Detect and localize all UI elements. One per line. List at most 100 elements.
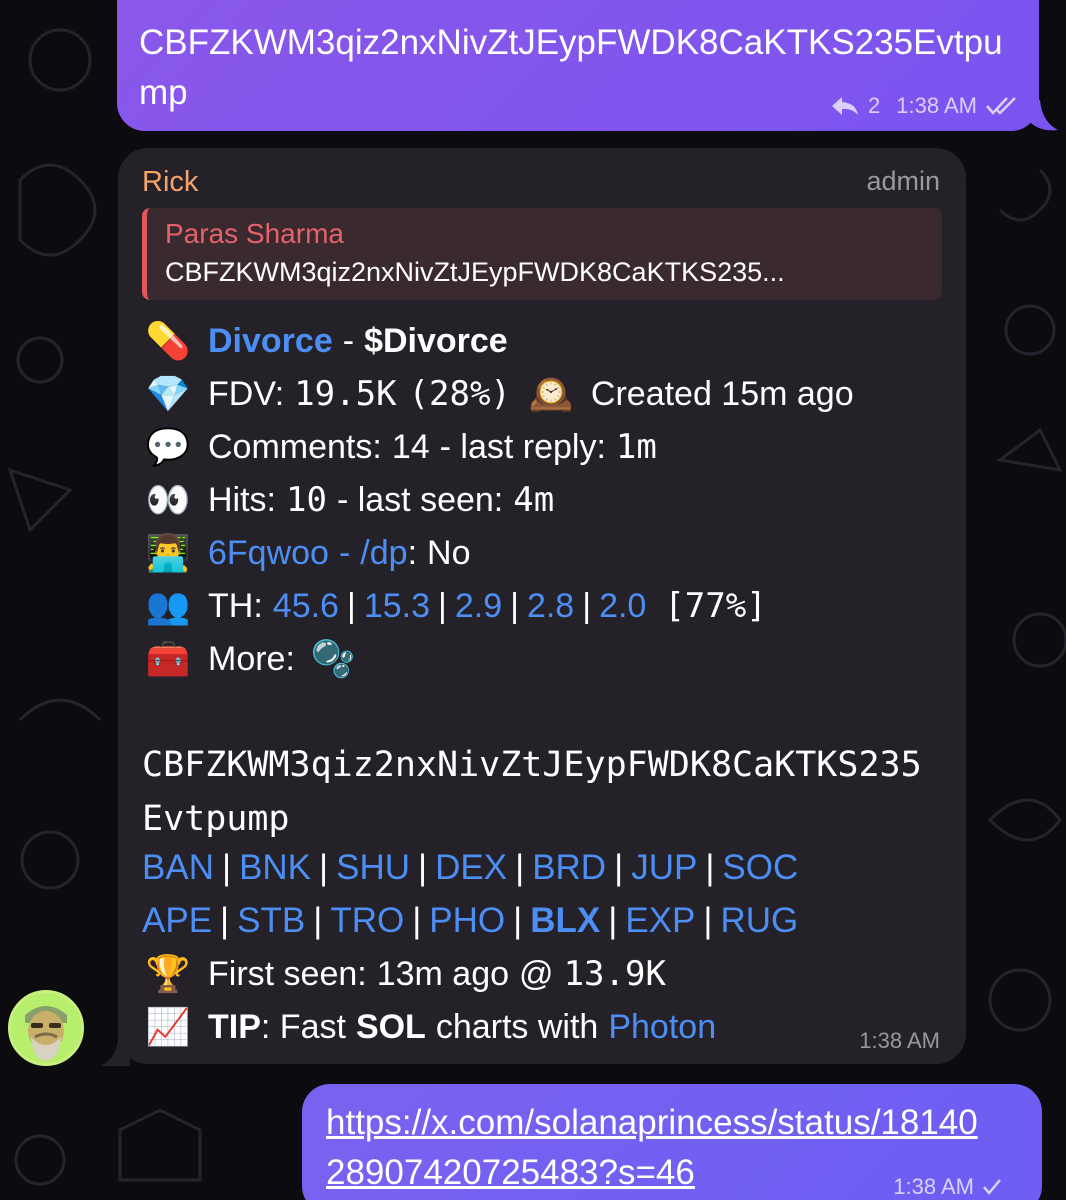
link-exp[interactable]: EXP — [625, 901, 695, 940]
pill-icon: 💊 — [145, 320, 191, 361]
more-label: More: — [208, 640, 295, 678]
th-label: TH: — [208, 587, 263, 625]
separator: | — [221, 848, 232, 887]
separator: | — [614, 848, 624, 887]
first-seen-value: 13.9K — [563, 954, 666, 994]
link-soc[interactable]: SOC — [722, 848, 798, 887]
tip-text-2: charts with — [435, 1008, 599, 1046]
created-text: Created 15m ago — [590, 375, 854, 413]
link-dex[interactable]: DEX — [435, 848, 507, 887]
link-ban[interactable]: BAN — [142, 848, 214, 887]
separator: | — [515, 848, 525, 887]
developer-icon: 👨‍💻 — [145, 532, 191, 573]
hits-rest: - last seen: — [336, 481, 504, 519]
eyes-icon: 👀 — [145, 479, 191, 520]
outgoing-link-bubble[interactable]: https://x.com/solanaprincess/status/1814… — [302, 1084, 1042, 1200]
fdv-label: FDV: — [208, 375, 285, 413]
link-brd[interactable]: BRD — [532, 848, 606, 887]
last-reply: 1m — [615, 427, 657, 467]
dash: - — [342, 322, 355, 360]
sender-name[interactable]: Rick — [142, 166, 198, 199]
separator: | — [705, 848, 715, 887]
separator: | — [513, 901, 523, 940]
fdv-pct: (28%) — [408, 374, 511, 414]
hits-label: Hits: — [208, 481, 276, 519]
outgoing-message-bubble[interactable]: CBFZKWM3qiz2nxNivZtJEypFWDK8CaKTKS235Evt… — [117, 0, 1039, 131]
holder-link[interactable]: 15.3 — [364, 580, 430, 632]
separator: | — [412, 901, 422, 940]
bubble-tail — [1030, 100, 1058, 131]
link-jup[interactable]: JUP — [631, 848, 697, 887]
separator: | — [313, 901, 323, 940]
avatar[interactable] — [8, 990, 84, 1066]
check-icon — [983, 1179, 1001, 1195]
reply-count[interactable]: 2 — [868, 93, 880, 119]
first-seen-label: First seen: — [208, 955, 367, 993]
link-shu[interactable]: SHU — [336, 848, 410, 887]
top-holders-line: 👥 TH: 45.6 | 15.3 | 2.9 | 2.8 | 2.0 [77%… — [142, 580, 767, 632]
link-stb[interactable]: STB — [237, 901, 305, 940]
tip-text-1: : Fast — [260, 1008, 346, 1046]
separator: | — [220, 901, 230, 940]
speech-bubble-icon: 💬 — [145, 426, 191, 467]
photon-link[interactable]: Photon — [608, 1001, 716, 1053]
clock-icon: 🕰️ — [528, 373, 574, 414]
last-seen: 4m — [513, 480, 555, 520]
fdv-value: 19.5K — [294, 374, 397, 414]
incoming-message-bubble[interactable]: Rick admin Paras Sharma CBFZKWM3qiz2nxNi… — [118, 148, 966, 1064]
comments-label: Comments: — [208, 428, 382, 466]
fdv-line: 💎 FDV: 19.5K (28%) 🕰️ Created 15m ago — [142, 368, 854, 420]
quick-links-row-1: BAN | BNK | SHU | DEX | BRD | JUP | SOC — [142, 842, 798, 894]
dp-value: No — [427, 534, 471, 572]
first-seen-at: @ — [519, 955, 554, 993]
comments-count: 14 — [391, 428, 430, 466]
chart-up-icon: 📈 — [145, 1006, 191, 1047]
link-tro[interactable]: TRO — [330, 901, 404, 940]
reply-arrow-icon — [832, 97, 859, 115]
contract-address[interactable]: CBFZKWM3qiz2nxNivZtJEypFWDK8CaKTKS235Evt… — [142, 738, 942, 846]
trophy-icon: 🏆 — [145, 953, 191, 994]
holder-link[interactable]: 2.8 — [527, 580, 574, 632]
dev-dash: - — [338, 534, 351, 572]
separator: | — [438, 587, 447, 625]
separator: | — [319, 848, 329, 887]
separator: | — [346, 587, 356, 625]
tip-sol: SOL — [355, 1008, 426, 1046]
dp-colon: : — [407, 534, 418, 572]
reply-quote[interactable]: Paras Sharma CBFZKWM3qiz2nxNivZtJEypFWDK… — [142, 208, 942, 300]
link-pho[interactable]: PHO — [429, 901, 505, 940]
link-bnk[interactable]: BNK — [239, 848, 311, 887]
holder-link[interactable]: 2.9 — [455, 580, 502, 632]
double-check-icon — [986, 97, 1016, 115]
first-seen-time: 13m ago — [376, 955, 510, 993]
th-total: [77%] — [664, 586, 767, 626]
bubbles-icon[interactable]: 🫧 — [307, 633, 359, 685]
holder-link[interactable]: 2.0 — [599, 580, 646, 632]
more-line: 🧰 More: 🫧 — [142, 633, 373, 685]
message-meta: 1:38 AM — [893, 1174, 1002, 1200]
token-line: 💊 Divorce - $Divorce — [142, 315, 508, 367]
link-ape[interactable]: APE — [142, 901, 212, 940]
separator: | — [510, 587, 519, 625]
people-icon: 👥 — [145, 585, 191, 626]
comments-line: 💬 Comments: 14 - last reply: 1m — [142, 421, 657, 473]
hits-line: 👀 Hits: 10 - last seen: 4m — [142, 474, 555, 526]
separator: | — [703, 901, 713, 940]
reply-text: CBFZKWM3qiz2nxNivZtJEypFWDK8CaKTKS235... — [165, 257, 785, 287]
holder-link[interactable]: 45.6 — [273, 580, 339, 632]
link-blx[interactable]: BLX — [530, 901, 600, 940]
dp-command-link[interactable]: /dp — [360, 527, 407, 579]
dev-wallet-link[interactable]: 6Fqwoo — [208, 527, 329, 579]
quick-links-row-2: APE | STB | TRO | PHO | BLX | EXP | RUG — [142, 895, 798, 947]
message-time: 1:38 AM — [859, 1028, 940, 1053]
toolbox-icon: 🧰 — [145, 638, 191, 679]
gem-icon: 💎 — [145, 373, 191, 414]
first-seen-line: 🏆 First seen: 13m ago @ 13.9K — [142, 948, 666, 1000]
message-time: 1:38 AM — [896, 93, 977, 118]
hits-count: 10 — [286, 480, 327, 520]
message-meta: 2 1:38 AM — [830, 93, 1019, 119]
reply-author: Paras Sharma — [165, 218, 344, 249]
tweet-link[interactable]: https://x.com/solanaprincess/status/1814… — [326, 1098, 986, 1198]
link-rug[interactable]: RUG — [720, 901, 798, 940]
token-name-link[interactable]: Divorce — [208, 315, 333, 367]
